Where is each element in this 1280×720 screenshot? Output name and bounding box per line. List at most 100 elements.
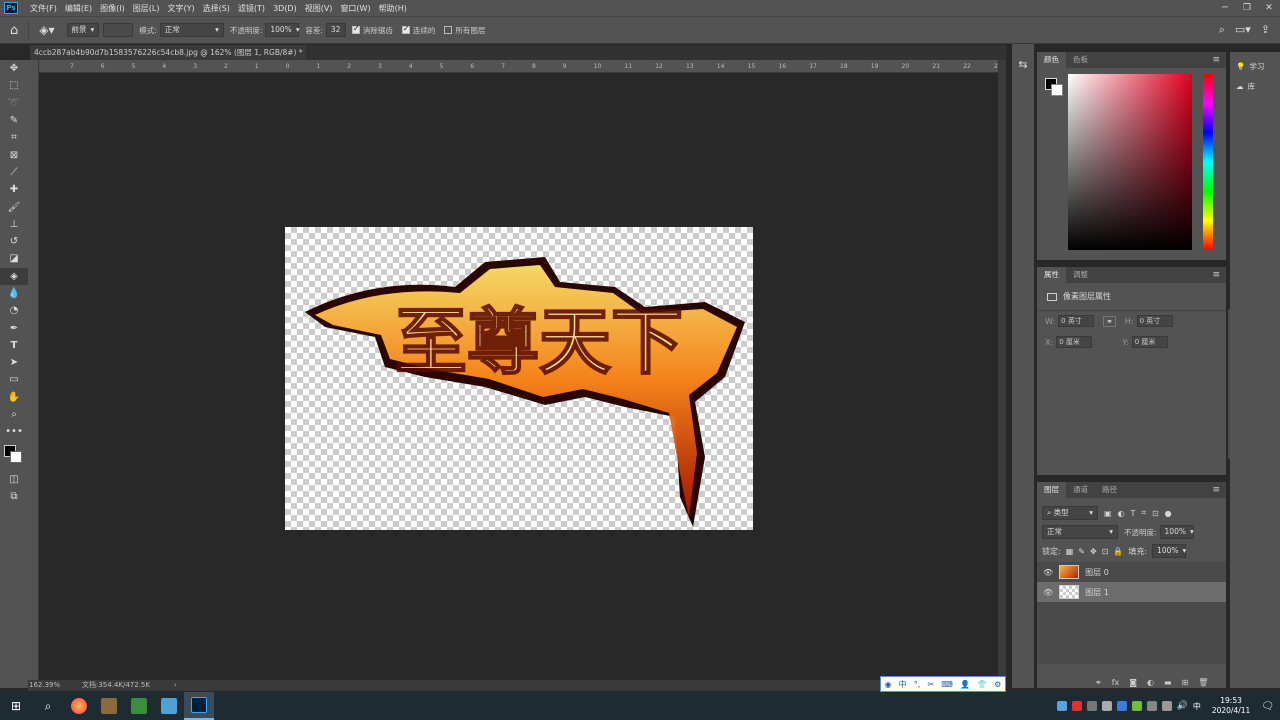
restore-icon[interactable]: ❐ <box>1236 0 1258 16</box>
quick-select-tool-icon[interactable]: ✎ <box>0 112 28 129</box>
workspace-icon[interactable]: ▭▾ <box>1235 23 1251 37</box>
screen-mode-icon[interactable]: ⧉ <box>0 488 28 505</box>
lock-artboard-icon[interactable]: ⊡ <box>1102 547 1109 556</box>
contiguous-checkbox[interactable] <box>401 24 410 34</box>
notification-icon[interactable]: 🗨 <box>1261 701 1274 712</box>
history-panel-icon[interactable]: ⇆ <box>1012 58 1034 71</box>
menu-3d[interactable]: 3D(D) <box>269 4 301 13</box>
start-icon[interactable]: ⊞ <box>0 692 32 720</box>
paint-bucket-tool-icon[interactable]: ◈ <box>0 267 28 285</box>
ime-skin-icon[interactable]: 👕 <box>977 680 987 689</box>
tab-channels[interactable]: 通道 <box>1066 482 1095 498</box>
eraser-tool-icon[interactable]: ◪ <box>0 250 28 267</box>
opacity-field[interactable]: 100% ▾ <box>265 23 300 37</box>
layer-style-icon[interactable]: fx <box>1112 678 1120 687</box>
search-icon[interactable]: ⌕ <box>32 692 64 720</box>
color-saturation-field[interactable] <box>1068 74 1192 250</box>
link-icon[interactable]: ⚭ <box>1103 315 1116 327</box>
tab-paths[interactable]: 路径 <box>1095 482 1124 498</box>
w-field[interactable] <box>1058 315 1095 327</box>
layer-opacity-field[interactable]: 100% ▾ <box>1159 525 1194 539</box>
menu-window[interactable]: 窗口(W) <box>336 3 374 14</box>
delete-layer-icon[interactable]: 🗑 <box>1198 678 1208 687</box>
zoom-tool-icon[interactable]: ⌕ <box>0 406 28 423</box>
ime-lang[interactable]: 中 <box>899 679 907 690</box>
marquee-tool-icon[interactable]: ⬚ <box>0 77 28 94</box>
tray-icon[interactable] <box>1131 701 1142 711</box>
layer-name[interactable]: 图层 0 <box>1085 567 1109 578</box>
hand-tool-icon[interactable]: ✋ <box>0 389 28 406</box>
layer-name[interactable]: 图层 1 <box>1085 587 1109 598</box>
status-expand-icon[interactable]: › <box>174 680 177 691</box>
paint-bucket-tool-icon[interactable]: ◈▾ <box>39 23 54 37</box>
ime-settings-icon[interactable]: ⚙ <box>994 680 1001 689</box>
tab-adjustments[interactable]: 调整 <box>1066 267 1095 283</box>
tab-swatches[interactable]: 色板 <box>1066 52 1095 68</box>
lock-image-icon[interactable]: ✎ <box>1078 547 1085 556</box>
color-swatches-icon[interactable] <box>0 441 28 471</box>
filter-shape-icon[interactable]: ⌗ <box>1141 508 1146 518</box>
panel-menu-icon[interactable]: ≡ <box>1212 55 1220 65</box>
ime-tools-icon[interactable]: ✂ <box>927 680 934 689</box>
tray-icon[interactable] <box>1146 701 1157 711</box>
search-icon[interactable]: ⌕ <box>1219 23 1225 37</box>
document-tab[interactable]: 4ccb287ab4b90d7b1583576226c54cb8.jpg @ 1… <box>30 45 306 60</box>
share-icon[interactable]: ⇪ <box>1261 23 1270 37</box>
close-icon[interactable]: ✕ <box>1258 0 1280 16</box>
filter-toggle-icon[interactable]: ● <box>1165 509 1172 518</box>
new-layer-icon[interactable]: ⊞ <box>1182 678 1189 687</box>
filter-smart-object-icon[interactable]: ⊡ <box>1152 509 1159 518</box>
background-swatch[interactable] <box>1051 84 1063 96</box>
adjustment-layer-icon[interactable]: ◐ <box>1147 678 1154 687</box>
antialias-checkbox[interactable] <box>351 24 360 34</box>
tray-icon[interactable] <box>1056 701 1067 711</box>
canvas-vertical-scrollbar[interactable] <box>998 60 1006 680</box>
tab-properties[interactable]: 属性 <box>1037 267 1066 283</box>
learn-panel-button[interactable]: 💡 学习 <box>1230 56 1280 76</box>
fill-field[interactable]: 100% ▾ <box>1152 544 1186 558</box>
brush-tool-icon[interactable]: 🖌 <box>0 198 28 215</box>
tray-icon[interactable] <box>1161 701 1172 711</box>
eyedropper-tool-icon[interactable]: ⟋ <box>0 164 28 181</box>
tab-layers[interactable]: 图层 <box>1037 482 1066 498</box>
panel-menu-icon[interactable]: ≡ <box>1212 270 1220 280</box>
document-canvas[interactable]: 至尊天下 <box>285 227 753 530</box>
tray-icon[interactable] <box>1086 701 1097 711</box>
taskbar-photoshop[interactable] <box>184 692 214 720</box>
filter-adjustment-icon[interactable]: ◐ <box>1118 509 1125 518</box>
dodge-tool-icon[interactable]: ◔ <box>0 302 28 319</box>
h-field[interactable] <box>1136 315 1173 327</box>
volume-icon[interactable]: 🔊 <box>1177 701 1188 711</box>
visibility-eye-icon[interactable]: 👁 <box>1043 588 1053 597</box>
pen-tool-icon[interactable]: ✒ <box>0 319 28 336</box>
blend-mode-select[interactable]: 正常 ▾ <box>1042 525 1118 539</box>
filter-pixel-icon[interactable]: ▣ <box>1104 509 1112 518</box>
taskbar-app-3[interactable] <box>124 692 154 720</box>
tab-color[interactable]: 颜色 <box>1037 52 1066 68</box>
ime-keyboard-icon[interactable]: ⌨ <box>941 680 953 689</box>
home-icon[interactable]: ⌂ <box>10 23 18 38</box>
menu-view[interactable]: 视图(V) <box>301 3 337 14</box>
visibility-eye-icon[interactable]: 👁 <box>1043 568 1053 577</box>
healing-brush-tool-icon[interactable]: ✚ <box>0 181 28 198</box>
minimize-icon[interactable]: ─ <box>1214 0 1236 16</box>
quick-mask-icon[interactable]: ◫ <box>0 471 28 488</box>
background-color-swatch[interactable] <box>10 450 22 463</box>
clock[interactable]: 19:53 2020/4/11 <box>1212 696 1250 716</box>
taskbar-ime-lang[interactable]: 中 <box>1193 701 1201 712</box>
more-tools-icon[interactable]: ••• <box>0 423 28 440</box>
x-field[interactable] <box>1056 336 1093 348</box>
all-layers-checkbox[interactable] <box>444 26 453 34</box>
crop-tool-icon[interactable]: ⌗ <box>0 129 28 146</box>
filter-type-icon[interactable]: T <box>1131 509 1136 518</box>
tray-icon[interactable] <box>1116 701 1127 711</box>
lock-all-icon[interactable]: 🔒 <box>1113 547 1123 556</box>
libraries-panel-button[interactable]: ☁ 库 <box>1230 76 1280 96</box>
layer-row[interactable]: 👁 图层 0 <box>1037 562 1226 582</box>
menu-help[interactable]: 帮助(H) <box>375 3 411 14</box>
type-tool-icon[interactable]: T <box>0 337 28 354</box>
path-selection-tool-icon[interactable]: ➤ <box>0 354 28 371</box>
new-group-icon[interactable]: ▬ <box>1164 678 1172 687</box>
taskbar-app-2[interactable] <box>94 692 124 720</box>
add-mask-icon[interactable]: ◙ <box>1129 678 1137 687</box>
